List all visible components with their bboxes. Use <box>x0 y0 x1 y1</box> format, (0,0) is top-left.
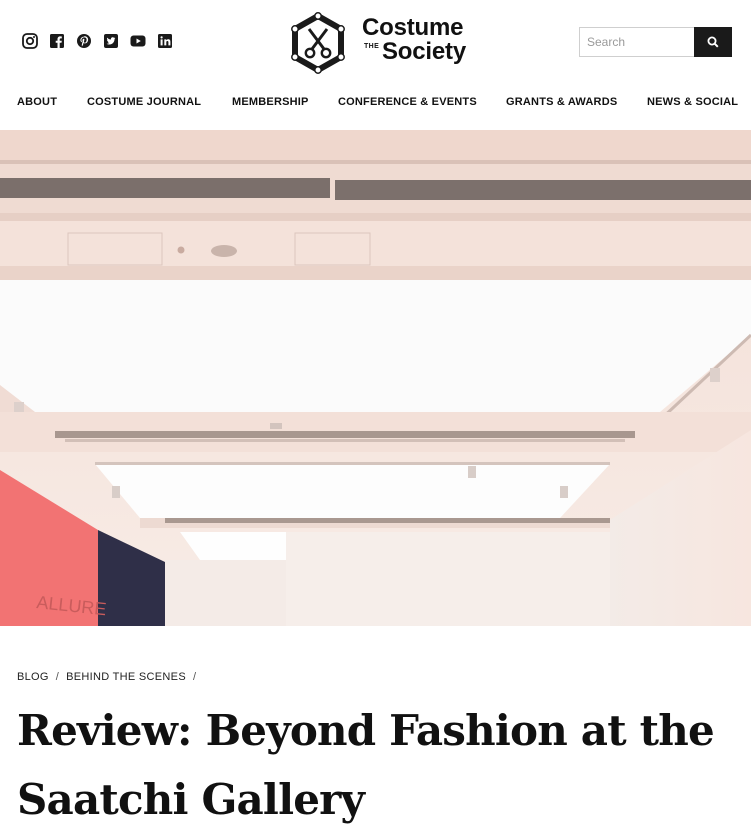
social-links <box>22 33 173 49</box>
site-logo[interactable]: Costume THE Society <box>290 12 475 74</box>
linkedin-icon[interactable] <box>157 33 173 49</box>
nav-item-conference-events[interactable]: CONFERENCE & EVENTS <box>338 96 506 108</box>
hero-image: ALLURE <box>0 130 751 626</box>
breadcrumb-separator: / <box>192 671 197 683</box>
logo-hexagon-icon <box>291 12 345 74</box>
search-input[interactable] <box>579 27 694 57</box>
logo-wordmark-the: THE <box>364 43 380 50</box>
nav-item-news-social[interactable]: NEWS & SOCIAL <box>647 96 738 108</box>
gallery-ceiling-photo: ALLURE <box>0 130 751 626</box>
facebook-icon[interactable] <box>49 33 65 49</box>
article-title: Review: Beyond Fashion at the Saatchi Ga… <box>17 706 715 824</box>
breadcrumb-separator: / <box>55 671 60 683</box>
nav-item-grants-awards[interactable]: GRANTS & AWARDS <box>506 96 647 108</box>
nav-item-costume-journal[interactable]: COSTUME JOURNAL <box>87 96 232 108</box>
search-icon <box>707 36 719 48</box>
search-form <box>579 27 732 57</box>
instagram-icon[interactable] <box>22 33 38 49</box>
search-button[interactable] <box>694 27 732 57</box>
nav-item-membership[interactable]: MEMBERSHIP <box>232 96 338 108</box>
breadcrumb-item-blog[interactable]: BLOG <box>17 671 49 683</box>
twitter-icon[interactable] <box>103 33 119 49</box>
breadcrumb-item-behind-the-scenes[interactable]: BEHIND THE SCENES <box>66 671 186 683</box>
pinterest-icon[interactable] <box>76 33 92 49</box>
main-nav: ABOUT COSTUME JOURNAL MEMBERSHIP CONFERE… <box>17 96 751 108</box>
nav-item-about[interactable]: ABOUT <box>17 96 87 108</box>
youtube-icon[interactable] <box>130 33 146 49</box>
logo-wordmark-society: Society <box>382 38 466 65</box>
breadcrumb: BLOG / BEHIND THE SCENES / <box>17 671 203 683</box>
site-header: Costume THE Society ABOUT COSTUME JOURNA… <box>0 0 751 130</box>
